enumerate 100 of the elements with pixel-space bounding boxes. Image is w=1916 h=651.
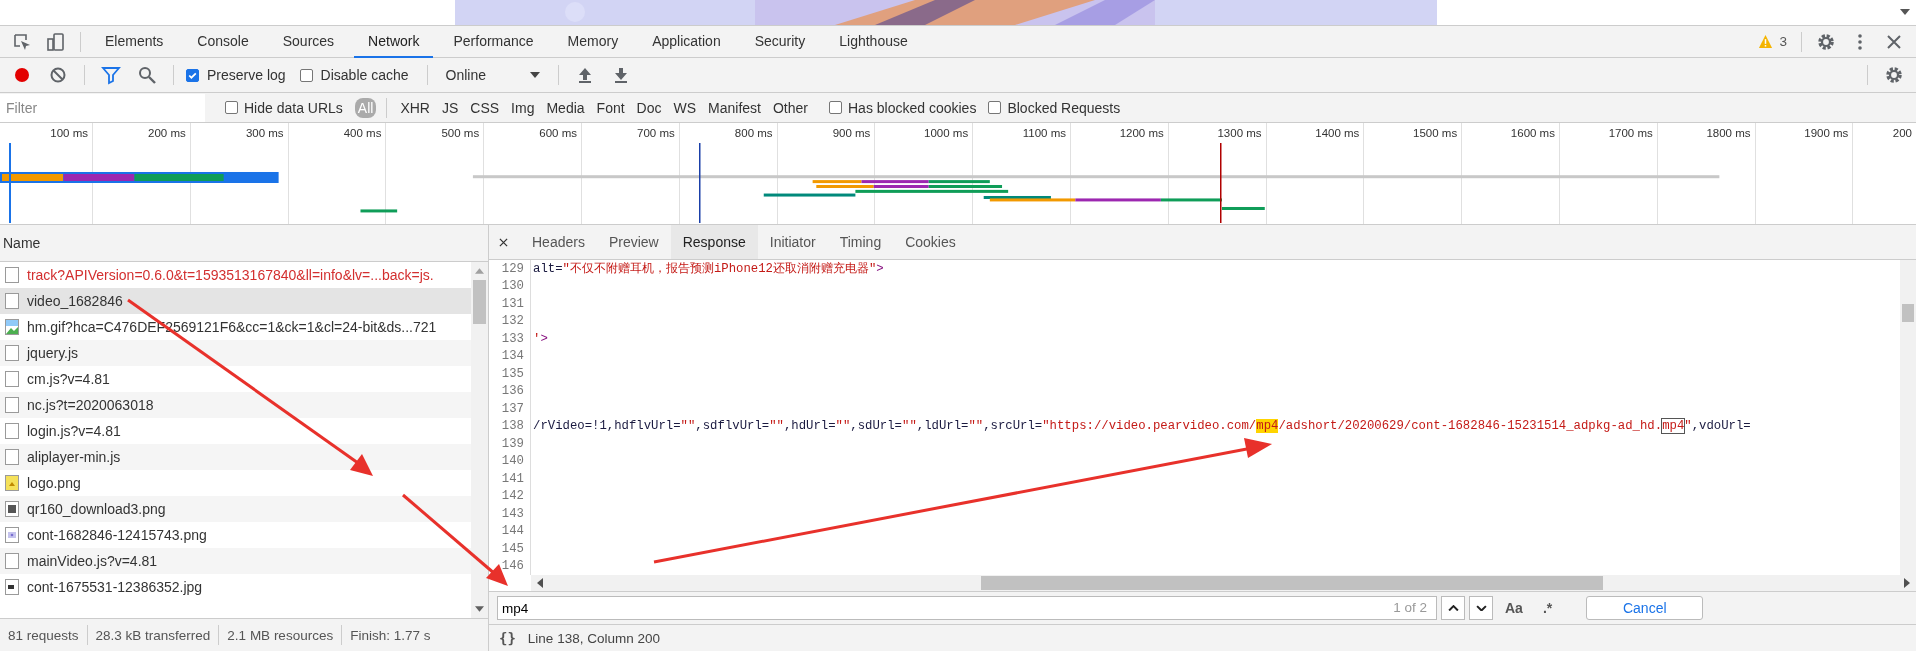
scroll-down-icon[interactable] — [475, 606, 484, 612]
pretty-print-button[interactable]: {} — [499, 630, 516, 646]
scroll-left-icon[interactable] — [537, 578, 543, 588]
detail-tab[interactable]: Timing — [827, 225, 894, 259]
settings-icon[interactable] — [1816, 31, 1836, 52]
scrollbar-thumb[interactable] — [1902, 304, 1914, 322]
checkbox[interactable] — [186, 68, 199, 82]
checkbox[interactable] — [988, 101, 1002, 114]
checkbox[interactable] — [299, 68, 313, 82]
panel-tab[interactable]: Security — [740, 25, 820, 58]
document-icon — [5, 293, 19, 309]
panel-tab[interactable]: Sources — [268, 25, 349, 58]
line-number: 144 — [489, 522, 531, 540]
checkbox-label: Preserve log — [207, 67, 286, 83]
document-icon — [5, 371, 19, 387]
scrollbar-thumb[interactable] — [473, 280, 486, 324]
type-filter[interactable]: Font — [593, 97, 628, 118]
panel-tab[interactable]: Memory — [553, 25, 633, 58]
type-filter[interactable]: Media — [543, 97, 588, 118]
tick-label: 1800 ms — [1706, 127, 1751, 139]
type-filter[interactable]: JS — [438, 97, 462, 118]
tick-label: 1100 ms — [1022, 127, 1066, 139]
detail-tab[interactable]: Headers — [520, 225, 597, 259]
panel-tab[interactable]: Console — [183, 25, 263, 58]
type-filter[interactable]: XHR — [397, 97, 433, 118]
record-icon[interactable] — [12, 65, 32, 85]
checkbox-label: Hide data URLs — [244, 99, 343, 116]
type-filter[interactable]: CSS — [467, 97, 503, 118]
scrollbar-thumb[interactable] — [981, 576, 1603, 590]
scroll-right-icon[interactable] — [1904, 578, 1910, 588]
image-icon — [5, 475, 19, 491]
previous-match-button[interactable] — [1441, 596, 1465, 620]
line-number: 131 — [489, 295, 531, 313]
type-filter[interactable]: Doc — [633, 97, 665, 118]
request-name: jquery.js — [27, 345, 79, 361]
line-number: 140 — [489, 452, 531, 470]
panel-tab[interactable]: Performance — [439, 25, 548, 58]
detail-tab[interactable]: Initiator — [757, 225, 828, 259]
next-match-button[interactable] — [1469, 596, 1493, 620]
tick-label: 800 ms — [734, 127, 773, 139]
tick-label: 500 ms — [441, 127, 480, 139]
detail-tab[interactable]: Cookies — [893, 225, 968, 259]
line-number: 134 — [489, 347, 531, 365]
line-number: 137 — [489, 400, 531, 418]
filter-field[interactable]: Filter — [0, 93, 205, 122]
document-icon — [5, 397, 19, 413]
request-row[interactable]: mainVideo.js?v=4.81 — [0, 548, 471, 574]
settings-icon[interactable] — [1884, 65, 1904, 85]
panel-tab[interactable]: Lighthouse — [825, 25, 922, 58]
type-filter[interactable]: Other — [770, 97, 811, 118]
request-name: aliplayer-min.js — [27, 449, 121, 465]
detail-tab[interactable]: Response — [670, 225, 758, 259]
type-filter[interactable]: Img — [508, 97, 538, 118]
request-name: video_1682846 — [27, 293, 123, 309]
checkbox-label: Disable cache — [320, 67, 409, 83]
code-line: '> — [532, 331, 548, 346]
request-name: cm.js?v=4.81 — [27, 371, 110, 387]
type-filter[interactable]: WS — [670, 97, 700, 118]
tick-label: 900 ms — [832, 127, 871, 139]
regex-toggle[interactable]: .* — [1534, 600, 1561, 616]
image-icon — [5, 527, 19, 543]
request-row[interactable]: qr160_download3.png — [0, 496, 471, 522]
column-header[interactable]: Name — [0, 225, 488, 262]
type-filter[interactable]: Manifest — [705, 97, 764, 118]
device-icon[interactable] — [46, 31, 66, 52]
cancel-button[interactable]: Cancel — [1586, 596, 1704, 620]
tick-label: 600 ms — [539, 127, 577, 139]
line-number: 136 — [489, 382, 531, 400]
panel-tab[interactable]: Elements — [91, 25, 178, 58]
checkbox-label: Has blocked cookies — [848, 99, 977, 116]
line-number: 132 — [489, 312, 531, 330]
line-number: 141 — [489, 470, 531, 488]
inspect-icon[interactable] — [12, 31, 32, 52]
scroll-down-icon[interactable] — [1900, 9, 1910, 15]
tick-label: 700 ms — [637, 127, 675, 139]
throttling-select[interactable]: Online — [439, 67, 546, 83]
document-icon — [5, 449, 19, 465]
request-row[interactable]: jquery.js — [0, 340, 471, 366]
document-icon — [5, 267, 19, 283]
request-row[interactable]: video_1682846 — [0, 288, 471, 314]
request-row[interactable]: aliplayer-min.js — [0, 444, 471, 470]
request-row[interactable]: nc.js?t=2020063018 — [0, 392, 471, 418]
chevron-down-icon — [1475, 604, 1487, 612]
request-name: mainVideo.js?v=4.81 — [27, 553, 158, 569]
match-case-toggle[interactable]: Aa — [1497, 600, 1531, 616]
filter-icon[interactable] — [101, 65, 121, 85]
detail-tab[interactable]: Preview — [596, 225, 671, 259]
line-number: 143 — [489, 505, 531, 523]
clear-icon[interactable] — [48, 65, 68, 85]
checkbox[interactable] — [225, 101, 238, 114]
summary-text: 2.1 MB resources — [227, 627, 334, 643]
close-icon[interactable] — [499, 237, 508, 247]
search-icon[interactable] — [137, 65, 157, 85]
tick-label: 300 ms — [245, 127, 284, 139]
caret-icon — [530, 72, 540, 78]
line-number: 130 — [489, 277, 531, 295]
checkbox[interactable] — [829, 101, 842, 114]
panel-tab[interactable]: Application — [638, 25, 735, 58]
line-number: 145 — [489, 540, 531, 558]
line-number: 142 — [489, 487, 531, 505]
